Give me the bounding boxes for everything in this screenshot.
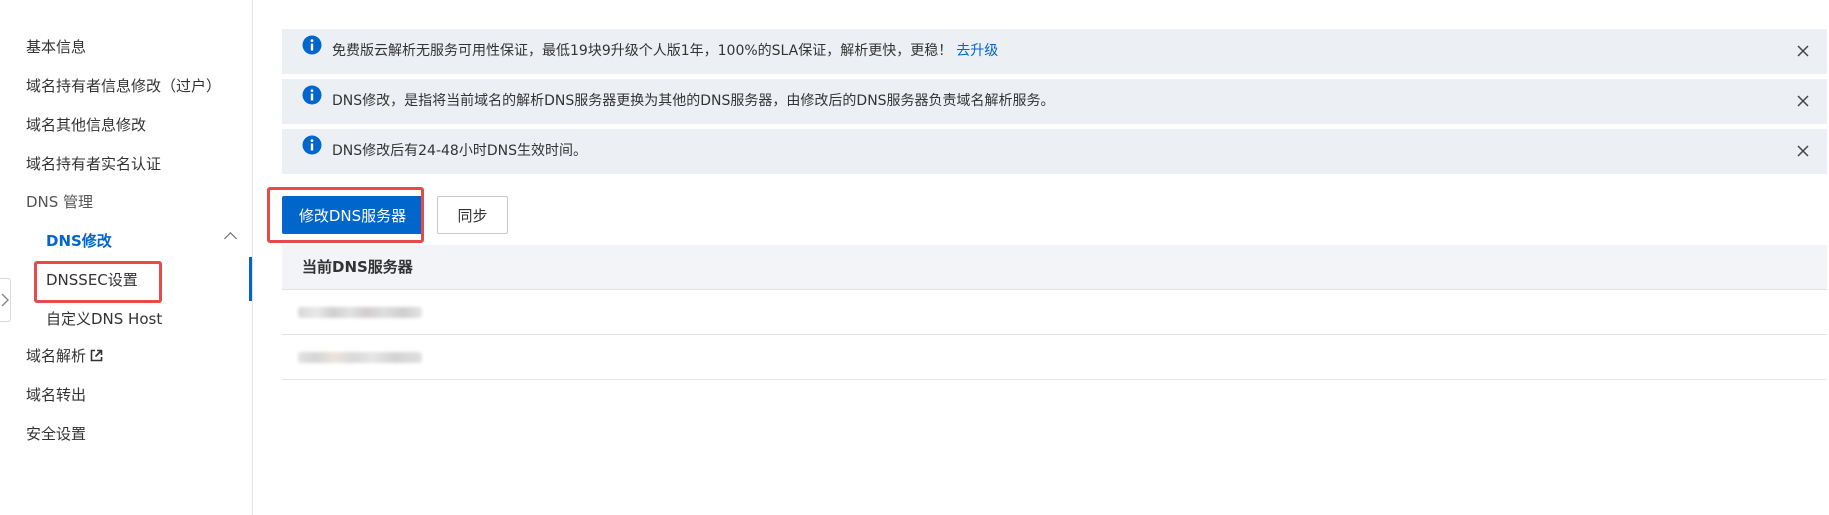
info-icon	[302, 85, 322, 109]
close-icon[interactable]	[1797, 95, 1809, 111]
table-row	[282, 290, 1827, 335]
notice-text: 免费版云解析无服务可用性保证，最低19块9升级个人版1年，100%的SLA保证，…	[332, 43, 999, 59]
sidebar: 基本信息 域名持有者信息修改（过户） 域名其他信息修改 域名持有者实名认证 DN…	[0, 0, 253, 515]
table-row	[282, 335, 1827, 380]
info-icon	[302, 35, 322, 59]
close-icon[interactable]	[1797, 45, 1809, 61]
chevron-right-icon	[1, 293, 9, 307]
active-indicator	[249, 257, 252, 301]
sidebar-item-domain-transfer-out[interactable]: 域名转出	[26, 380, 86, 410]
sidebar-item-other-info[interactable]: 域名其他信息修改	[26, 110, 146, 140]
notice-banner-upgrade: 免费版云解析无服务可用性保证，最低19块9升级个人版1年，100%的SLA保证，…	[282, 29, 1827, 74]
table-header: 当前DNS服务器	[282, 245, 1827, 290]
sidebar-item-label: 域名解析	[26, 347, 87, 365]
dns-server-table: 当前DNS服务器	[282, 245, 1827, 380]
sync-button[interactable]: 同步	[437, 196, 508, 234]
sidebar-collapse-toggle[interactable]	[0, 278, 11, 322]
notice-text: DNS修改，是指将当前域名的解析DNS服务器更换为其他的DNS服务器，由修改后的…	[332, 93, 1055, 109]
modify-dns-servers-button[interactable]: 修改DNS服务器	[282, 196, 423, 234]
redacted-dns-server	[298, 307, 422, 318]
notice-banner-effective-time: DNS修改后有24-48小时DNS生效时间。	[282, 129, 1827, 174]
chevron-up-icon[interactable]	[224, 232, 237, 245]
sidebar-item-holder-transfer[interactable]: 域名持有者信息修改（过户）	[26, 71, 221, 101]
upgrade-link[interactable]: 去升级	[956, 43, 998, 59]
sidebar-item-basic-info[interactable]: 基本信息	[26, 32, 86, 62]
sidebar-item-dns-modify[interactable]: DNS修改	[46, 226, 112, 256]
sidebar-item-dnssec[interactable]: DNSSEC设置	[46, 265, 138, 295]
sidebar-group-dns-management[interactable]: DNS 管理	[26, 187, 93, 217]
sidebar-item-domain-resolution[interactable]: 域名解析	[26, 341, 103, 371]
redacted-dns-server	[298, 352, 422, 363]
sidebar-item-security-settings[interactable]: 安全设置	[26, 419, 86, 449]
close-icon[interactable]	[1797, 145, 1809, 161]
notice-banner-dns-modify-desc: DNS修改，是指将当前域名的解析DNS服务器更换为其他的DNS服务器，由修改后的…	[282, 79, 1827, 124]
info-icon	[302, 135, 322, 159]
notice-text: DNS修改后有24-48小时DNS生效时间。	[332, 143, 587, 159]
sidebar-item-custom-dns-host[interactable]: 自定义DNS Host	[46, 304, 162, 334]
external-link-icon	[90, 342, 103, 372]
sidebar-item-real-name-auth[interactable]: 域名持有者实名认证	[26, 149, 161, 179]
